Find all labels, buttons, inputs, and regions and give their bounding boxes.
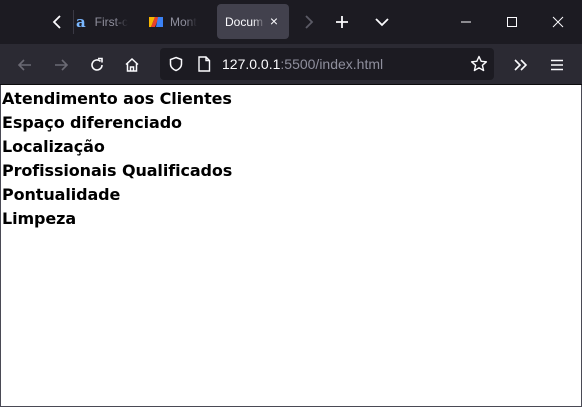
list-item: Profissionais Qualificados (2, 161, 233, 180)
chevron-left-icon (52, 15, 61, 29)
tab-label: Mont (170, 15, 197, 29)
maximize-window-button[interactable] (490, 0, 534, 44)
hamburger-menu-icon (551, 59, 563, 71)
minimize-icon (461, 21, 471, 23)
chevron-right-icon (305, 15, 314, 29)
list-item: Pontualidade (2, 185, 121, 204)
minimize-window-button[interactable] (444, 0, 488, 44)
navigation-toolbar: 127.0.0.1:5500/index.html (0, 44, 582, 85)
arrow-right-icon (55, 59, 69, 71)
scroll-tabs-right-button[interactable] (296, 10, 320, 34)
url-host: 127.0.0.1 (222, 56, 281, 72)
tab-label: First-c (94, 15, 128, 29)
home-button[interactable] (119, 52, 145, 78)
overflow-menu-button[interactable] (508, 52, 534, 78)
close-tab-icon[interactable]: × (267, 14, 281, 28)
new-tab-button[interactable] (330, 10, 354, 34)
home-icon (125, 57, 139, 72)
maximize-icon (507, 17, 517, 27)
forward-button[interactable] (48, 52, 74, 78)
tab-label: Docum (225, 14, 264, 29)
list-all-tabs-button[interactable] (370, 10, 394, 34)
tab-strip: a First-c Mont Docum × (0, 0, 582, 44)
chevron-down-icon (375, 18, 389, 27)
close-icon (552, 16, 564, 28)
tab-separator (73, 10, 74, 34)
close-window-button[interactable] (536, 0, 580, 44)
scroll-tabs-left-button[interactable] (46, 10, 70, 34)
double-chevron-right-icon (514, 59, 528, 71)
list-item: Localização (2, 137, 105, 156)
tab-mont[interactable]: Mont (148, 4, 204, 40)
url-text[interactable]: 127.0.0.1:5500/index.html (222, 56, 383, 72)
app-menu-button[interactable] (544, 52, 570, 78)
page-content: Atendimento aos Clientes Espaço diferenc… (0, 85, 582, 407)
back-button[interactable] (12, 52, 38, 78)
url-path: :5500/index.html (280, 56, 384, 72)
reload-icon (91, 57, 103, 71)
address-bar[interactable]: 127.0.0.1:5500/index.html (160, 48, 494, 80)
reload-button[interactable] (84, 52, 110, 78)
arrow-left-icon (17, 59, 31, 71)
amazon-favicon-icon: a (76, 13, 86, 31)
tab-first[interactable]: a First-c (76, 4, 128, 40)
tab-active[interactable]: Docum × (217, 4, 289, 39)
list-item: Limpeza (2, 209, 77, 228)
plus-icon (336, 16, 348, 28)
shield-icon[interactable] (168, 56, 184, 72)
page-icon[interactable] (197, 56, 211, 72)
bookmark-star-icon[interactable] (470, 55, 488, 73)
colorful-logo-icon (148, 15, 164, 29)
list-item: Espaço diferenciado (2, 113, 182, 132)
list-item: Atendimento aos Clientes (2, 89, 232, 108)
feature-list: Atendimento aos Clientes Espaço diferenc… (1, 85, 581, 231)
